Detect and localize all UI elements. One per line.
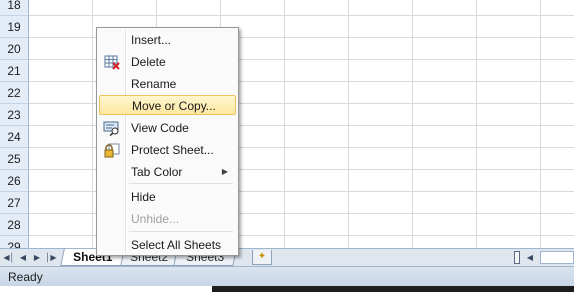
- row-header[interactable]: 20: [0, 38, 28, 60]
- excel-window: 18 19 20 21 22 23 24 25 26 27 28 29 ◀│ ◀…: [0, 0, 574, 292]
- menu-item-label: Move or Copy...: [132, 99, 216, 113]
- horizontal-scrollbar[interactable]: ◀: [514, 249, 574, 266]
- row-header[interactable]: 27: [0, 192, 28, 214]
- menu-item-insert[interactable]: Insert...: [99, 30, 236, 50]
- menu-item-tab-color[interactable]: Tab Color ▶: [99, 162, 236, 182]
- menu-item-label: View Code: [131, 121, 189, 135]
- sheet-tab-bar: ◀│ ◀ ▶ │▶ Sheet1 Sheet2 Sheet3 ✦ ◀: [0, 248, 574, 266]
- menu-item-label: Delete: [131, 55, 166, 69]
- row-headers: 18 19 20 21 22 23 24 25 26 27 28 29: [0, 0, 29, 258]
- last-sheet-icon[interactable]: │▶: [44, 251, 58, 265]
- menu-item-select-all-sheets[interactable]: Select All Sheets: [99, 235, 236, 255]
- menu-item-protect-sheet[interactable]: Protect Sheet...: [99, 140, 236, 160]
- row-header[interactable]: 26: [0, 170, 28, 192]
- menu-item-label: Tab Color: [131, 165, 183, 179]
- next-sheet-icon[interactable]: ▶: [30, 251, 44, 265]
- row-header[interactable]: 28: [0, 214, 28, 236]
- scroll-left-icon[interactable]: ◀: [524, 251, 536, 264]
- status-text: Ready: [8, 270, 43, 284]
- tab-split-handle[interactable]: [514, 251, 520, 264]
- sheet-navigation: ◀│ ◀ ▶ │▶: [2, 249, 58, 266]
- menu-item-rename[interactable]: Rename: [99, 74, 236, 94]
- menu-item-hide[interactable]: Hide: [99, 187, 236, 207]
- row-header[interactable]: 19: [0, 16, 28, 38]
- row-header[interactable]: 23: [0, 104, 28, 126]
- protect-sheet-icon: [104, 143, 120, 158]
- prev-sheet-icon[interactable]: ◀: [16, 251, 30, 265]
- menu-separator: [129, 231, 233, 232]
- view-code-icon: [103, 121, 119, 136]
- row-header[interactable]: 22: [0, 82, 28, 104]
- taskbar-edge: [212, 286, 574, 292]
- delete-sheet-icon: [104, 55, 120, 70]
- menu-item-label: Select All Sheets: [131, 238, 222, 252]
- row-header[interactable]: 25: [0, 148, 28, 170]
- submenu-arrow-icon: ▶: [221, 167, 228, 176]
- menu-item-label: Unhide...: [131, 212, 180, 226]
- menu-item-label: Protect Sheet...: [131, 143, 214, 157]
- insert-sheet-icon[interactable]: ✦: [252, 250, 272, 265]
- sheet-tab-context-menu: Insert... Delete Rename Move or Copy...: [96, 27, 239, 256]
- menu-item-label: Insert...: [131, 33, 172, 47]
- row-header[interactable]: 24: [0, 126, 28, 148]
- status-bar: Ready: [0, 266, 574, 286]
- worksheet-grid: 18 19 20 21 22 23 24 25 26 27 28 29: [0, 0, 574, 258]
- menu-item-label: Hide: [131, 190, 156, 204]
- scroll-track[interactable]: [540, 251, 574, 264]
- menu-item-delete[interactable]: Delete: [99, 52, 236, 72]
- menu-item-unhide: Unhide...: [99, 209, 236, 229]
- menu-separator: [129, 183, 233, 184]
- menu-item-label: Rename: [131, 77, 177, 91]
- menu-item-move-or-copy[interactable]: Move or Copy...: [99, 95, 236, 115]
- row-header[interactable]: 18: [0, 0, 28, 16]
- row-header[interactable]: 21: [0, 60, 28, 82]
- first-sheet-icon[interactable]: ◀│: [2, 251, 16, 265]
- menu-item-view-code[interactable]: View Code: [99, 118, 236, 138]
